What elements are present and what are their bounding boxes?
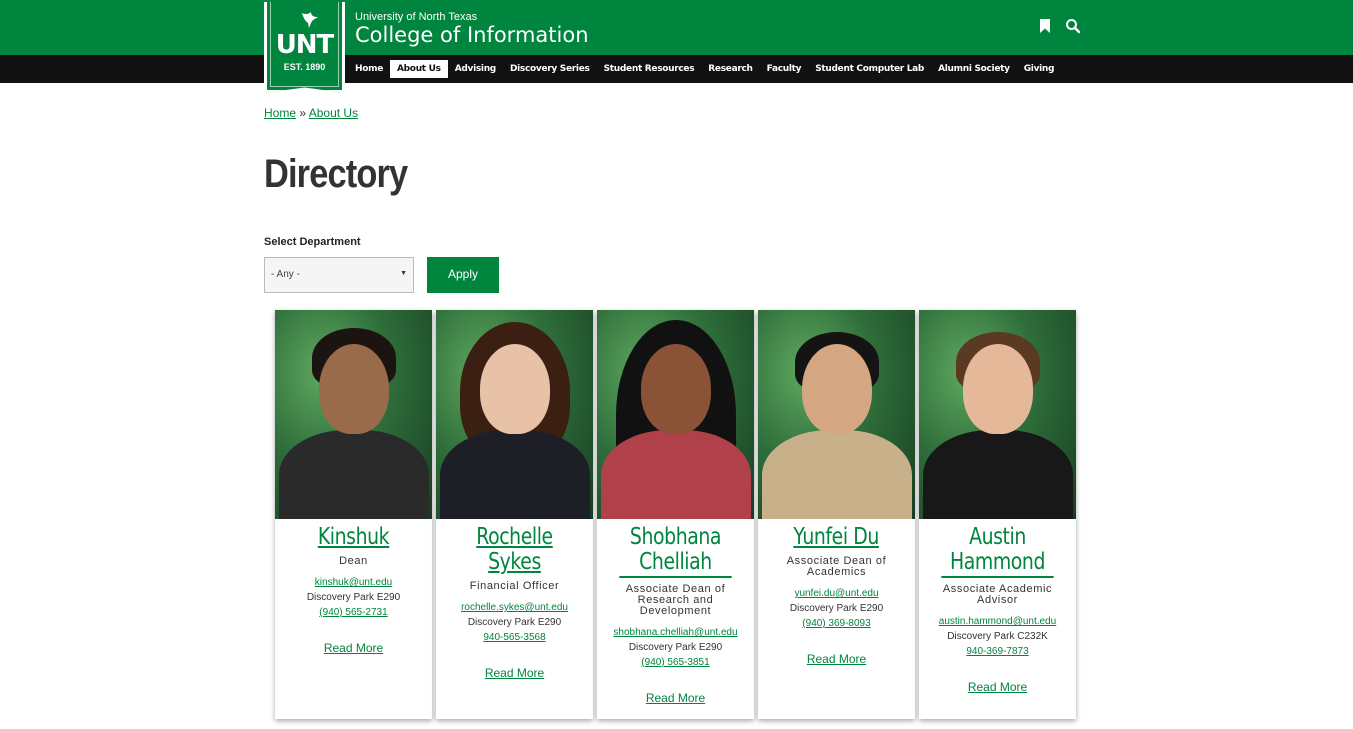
unt-logo[interactable]: UNT EST. 1890 [264,2,345,93]
university-name[interactable]: University of North Texas [355,11,477,23]
nav-student-resources[interactable]: Student Resources [597,60,702,78]
person-name[interactable]: Rochelle Sykes [450,525,579,575]
person-card: Rochelle Sykes Financial Officer rochell… [436,310,593,719]
person-title: Dean [339,555,368,567]
person-email[interactable]: austin.hammond@unt.edu [919,616,1076,627]
logo-frame: UNT EST. 1890 [270,2,339,87]
person-location: Discovery Park E290 [467,617,562,628]
department-select-label: Select Department [264,236,361,248]
photo-face [640,344,711,434]
photo-body [278,430,429,519]
photo-body [600,430,751,519]
read-more-link[interactable]: Read More [758,652,915,666]
person-name[interactable]: Austin Hammond [941,525,1054,578]
person-photo[interactable] [275,310,432,519]
bookmark-icon[interactable] [1037,18,1053,34]
nav-alumni-society[interactable]: Alumni Society [931,60,1017,78]
person-photo[interactable] [919,310,1076,519]
eagle-icon [302,12,318,28]
person-name[interactable]: Shobhana Chelliah [619,525,732,578]
apply-button[interactable]: Apply [427,257,499,293]
person-title: Associate Academic Advisor [942,583,1053,606]
photo-face [962,344,1033,434]
logo-text: UNT [275,30,335,60]
nav-home[interactable]: Home [348,60,390,78]
breadcrumb-home[interactable]: Home [264,106,296,120]
person-phone[interactable]: 940-565-3568 [436,632,593,643]
person-email[interactable]: rochelle.sykes@unt.edu [436,602,593,613]
person-name[interactable]: Kinshuk [318,525,390,550]
person-email[interactable]: yunfei.du@unt.edu [758,588,915,599]
dropdown-caret-icon: ▼ [400,270,407,277]
person-name[interactable]: Yunfei Du [794,525,880,550]
person-email[interactable]: shobhana.chelliah@unt.edu [597,627,754,638]
nav-about-us[interactable]: About Us [390,59,448,78]
person-location: Discovery Park C232K [947,631,1048,642]
person-location: Discovery Park E290 [789,603,884,614]
read-more-link[interactable]: Read More [919,680,1076,694]
top-header-bar [0,0,1353,55]
photo-body [922,430,1073,519]
person-location: Discovery Park E290 [306,592,401,603]
read-more-link[interactable]: Read More [436,666,593,680]
directory-cards: Kinshuk Dean kinshuk@unt.edu Discovery P… [275,310,1076,719]
photo-body [761,430,912,519]
read-more-link[interactable]: Read More [275,641,432,655]
page-title: Directory [264,152,408,196]
nav-giving[interactable]: Giving [1017,60,1061,78]
person-phone[interactable]: 940-369-7873 [919,646,1076,657]
breadcrumb-separator: » [299,106,307,120]
main-nav: Home About Us Advising Discovery Series … [348,59,1061,78]
person-title: Associate Dean of Research and Developme… [625,583,726,617]
person-card: Yunfei Du Associate Dean of Academics yu… [758,310,915,719]
nav-faculty[interactable]: Faculty [760,60,809,78]
person-phone[interactable]: (940) 369-8093 [758,618,915,629]
person-photo[interactable] [758,310,915,519]
photo-face [479,344,550,434]
person-title: Financial Officer [469,580,560,592]
logo-established: EST. 1890 [283,62,326,72]
person-title: Associate Dean of Academics [786,555,887,578]
person-phone[interactable]: (940) 565-3851 [597,657,754,668]
department-select-value: - Any - [271,269,300,280]
person-email[interactable]: kinshuk@unt.edu [275,577,432,588]
person-card: Shobhana Chelliah Associate Dean of Rese… [597,310,754,719]
person-card: Austin Hammond Associate Academic Adviso… [919,310,1076,719]
breadcrumb: Home » About Us [264,106,358,120]
read-more-link[interactable]: Read More [597,691,754,705]
person-card: Kinshuk Dean kinshuk@unt.edu Discovery P… [275,310,432,719]
photo-body [439,430,590,519]
breadcrumb-about-us[interactable]: About Us [309,106,358,120]
college-name[interactable]: College of Information [355,23,589,47]
nav-research[interactable]: Research [701,60,759,78]
person-photo[interactable] [597,310,754,519]
person-location: Discovery Park E290 [628,642,723,653]
nav-discovery-series[interactable]: Discovery Series [503,60,597,78]
person-photo[interactable] [436,310,593,519]
photo-face [801,344,872,434]
search-icon[interactable] [1065,18,1081,34]
nav-student-computer-lab[interactable]: Student Computer Lab [808,60,931,78]
department-select[interactable]: - Any - ▼ [264,257,414,293]
nav-advising[interactable]: Advising [448,60,503,78]
person-phone[interactable]: (940) 565-2731 [275,607,432,618]
photo-face [318,344,389,434]
